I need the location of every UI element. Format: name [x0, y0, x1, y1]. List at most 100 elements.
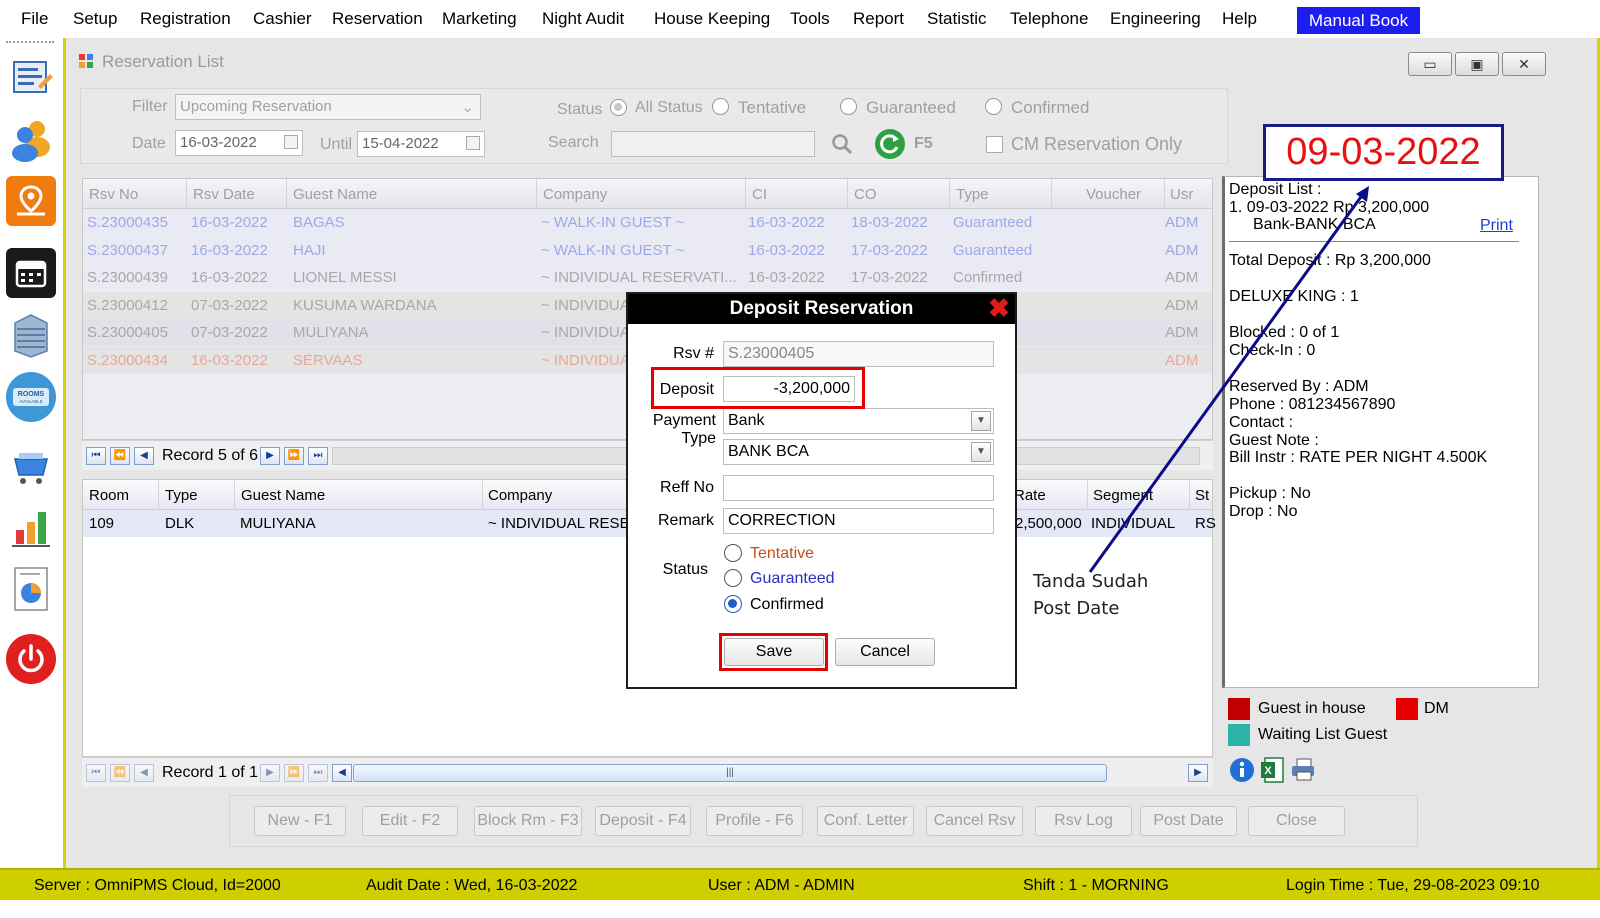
print-link[interactable]: Print — [1480, 217, 1513, 235]
profile-button[interactable]: Profile - F6 — [706, 806, 803, 836]
annotation-arrow — [1088, 186, 1369, 573]
chevron-down-icon[interactable]: ▼ — [971, 442, 991, 462]
menu-registration[interactable]: Registration — [140, 9, 231, 29]
window-minimize-button[interactable]: ▭ — [1408, 52, 1452, 76]
col-company[interactable]: Company — [543, 186, 607, 203]
room-nav-first-button[interactable]: ⏮ — [86, 764, 106, 782]
col-room[interactable]: Room — [89, 487, 129, 504]
col-guest-name[interactable]: Guest Name — [293, 186, 377, 203]
room-nav-prev-button[interactable]: ◀ — [134, 764, 154, 782]
window-maximize-button[interactable]: ▣ — [1455, 52, 1499, 76]
pie-report-icon[interactable] — [6, 564, 56, 614]
menu-setup[interactable]: Setup — [73, 9, 117, 29]
reff-no-input[interactable] — [723, 475, 994, 501]
room-scrollbar-thumb[interactable]: ||| — [353, 764, 1107, 782]
payment-type-select[interactable]: BANK BCA ▼ — [723, 439, 994, 465]
status-all-radio[interactable] — [610, 99, 627, 116]
col-type[interactable]: Type — [956, 186, 989, 203]
nav-next-button[interactable]: ▶ — [260, 447, 280, 465]
conf-letter-button[interactable]: Conf. Letter — [817, 806, 914, 836]
cancel-button[interactable]: Cancel — [835, 638, 935, 666]
bar-chart-icon[interactable] — [6, 502, 56, 552]
printer-icon[interactable] — [1289, 757, 1317, 783]
cart-icon[interactable] — [6, 442, 56, 492]
col-room-type[interactable]: Type — [165, 487, 198, 504]
post-date-button[interactable]: Post Date — [1140, 806, 1237, 836]
excel-icon[interactable]: X — [1259, 756, 1285, 784]
menu-tools[interactable]: Tools — [790, 9, 830, 29]
edit-button[interactable]: Edit - F2 — [362, 806, 458, 836]
nav-prev-button[interactable]: ◀ — [134, 447, 154, 465]
col-rsv-date[interactable]: Rsv Date — [193, 186, 255, 203]
rsv-log-button[interactable]: Rsv Log — [1035, 806, 1132, 836]
menu-help[interactable]: Help — [1222, 9, 1257, 29]
annotation-line-1: Tanda Sudah — [1033, 571, 1149, 592]
nav-prev-page-button[interactable]: ⏪ — [110, 447, 130, 465]
cancel-rsv-button[interactable]: Cancel Rsv — [926, 806, 1023, 836]
col-rsv-no[interactable]: Rsv No — [89, 186, 138, 203]
nav-next-page-button[interactable]: ⏩ — [284, 447, 304, 465]
menu-marketing[interactable]: Marketing — [442, 9, 517, 29]
col-co[interactable]: CO — [854, 186, 877, 203]
filter-select[interactable]: Upcoming Reservation ⌄ — [175, 94, 481, 120]
new-button[interactable]: New - F1 — [254, 806, 346, 836]
col-room-company[interactable]: Company — [488, 487, 552, 504]
calendar-icon[interactable] — [6, 248, 56, 298]
menu-statistic[interactable]: Statistic — [927, 9, 987, 29]
notes-icon[interactable] — [6, 54, 56, 104]
menu-night-audit[interactable]: Night Audit — [542, 9, 624, 29]
confirmed-radio[interactable] — [724, 595, 742, 613]
menu-house-keeping[interactable]: House Keeping — [654, 9, 770, 29]
guaranteed-radio[interactable] — [724, 569, 742, 587]
room-nav-next-page-button[interactable]: ⏩ — [284, 764, 304, 782]
menu-engineering[interactable]: Engineering — [1110, 9, 1201, 29]
deposit-button[interactable]: Deposit - F4 — [595, 806, 691, 836]
menu-file[interactable]: File — [21, 9, 48, 29]
table-row[interactable]: S.23000439 16-03-2022 LIONEL MESSI ~ INDIVI… — [83, 264, 1212, 291]
window-close-button[interactable]: ✕ — [1502, 52, 1546, 76]
scroll-left-button[interactable]: ◀ — [332, 764, 352, 782]
menu-manual-book[interactable]: Manual Book — [1297, 7, 1420, 34]
col-rate[interactable]: Rate — [1014, 487, 1046, 504]
nav-last-button[interactable]: ⏭ — [308, 447, 328, 465]
block-room-button[interactable]: Block Rm - F3 — [474, 806, 582, 836]
nav-first-button[interactable]: ⏮ — [86, 447, 106, 465]
status-guaranteed-radio[interactable] — [840, 98, 857, 115]
table-cell-ci: 16-03-2022 — [748, 269, 825, 286]
info-icon[interactable] — [1229, 757, 1255, 783]
rooms-available-icon[interactable]: ROOMS AVAILABLE — [6, 372, 56, 422]
search-icon[interactable] — [829, 131, 855, 157]
menu-cashier[interactable]: Cashier — [253, 9, 312, 29]
power-icon[interactable] — [6, 634, 56, 684]
col-ci[interactable]: CI — [752, 186, 767, 203]
room-nav-next-button[interactable]: ▶ — [260, 764, 280, 782]
tentative-radio[interactable] — [724, 544, 742, 562]
menu-reservation[interactable]: Reservation — [332, 9, 423, 29]
refresh-icon[interactable] — [874, 128, 906, 160]
calendar-picker-icon[interactable] — [284, 135, 298, 149]
status-tentative-radio[interactable] — [712, 98, 729, 115]
room-nav-last-button[interactable]: ⏭ — [308, 764, 328, 782]
cm-reservation-only-checkbox[interactable] — [986, 136, 1003, 153]
col-room-guest-name[interactable]: Guest Name — [241, 487, 325, 504]
chevron-down-icon[interactable]: ▼ — [971, 411, 991, 431]
calendar-picker-icon[interactable] — [466, 136, 480, 150]
date-until-input[interactable]: 15-04-2022 — [357, 131, 485, 157]
menu-report[interactable]: Report — [853, 9, 904, 29]
users-icon[interactable] — [6, 114, 56, 164]
building-icon[interactable] — [6, 310, 56, 360]
table-row[interactable]: S.23000435 16-03-2022 BAGAS ~ WALK-IN GUEST… — [83, 209, 1212, 236]
payment-method-select[interactable]: Bank ▼ — [723, 408, 994, 434]
search-input[interactable] — [611, 131, 815, 157]
status-confirmed-radio[interactable] — [985, 98, 1002, 115]
table-row[interactable]: S.23000437 16-03-2022 HAJI ~ WALK-IN GUEST … — [83, 236, 1212, 264]
close-icon[interactable]: ✖ — [987, 295, 1011, 321]
remark-input[interactable]: CORRECTION — [723, 508, 994, 534]
close-button[interactable]: Close — [1248, 806, 1345, 836]
scroll-right-button[interactable]: ▶ — [1188, 764, 1208, 782]
date-from-input[interactable]: 16-03-2022 — [175, 130, 303, 156]
table-cell-rsv-date: 07-03-2022 — [191, 324, 268, 341]
map-pin-icon[interactable] — [6, 176, 56, 226]
room-nav-prev-page-button[interactable]: ⏪ — [110, 764, 130, 782]
menu-telephone[interactable]: Telephone — [1010, 9, 1088, 29]
